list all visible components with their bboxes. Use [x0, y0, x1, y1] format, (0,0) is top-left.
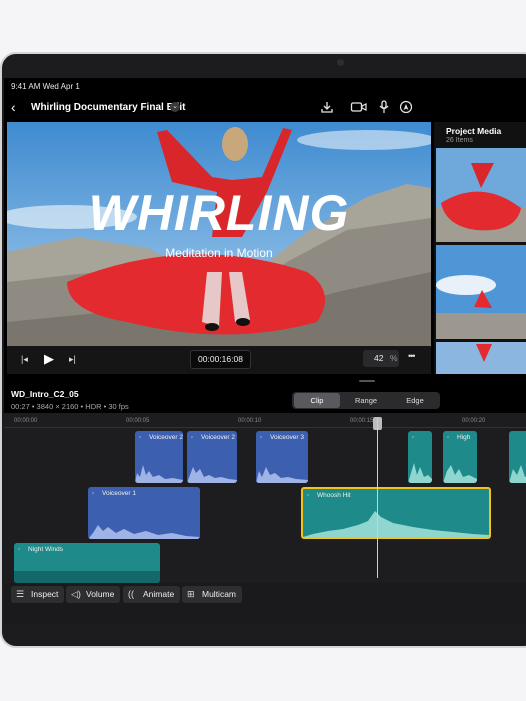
video-viewer[interactable]: WHIRLING Meditation in Motion	[7, 122, 431, 346]
audio-clip[interactable]	[509, 431, 526, 483]
media-thumbnail[interactable]	[436, 342, 526, 374]
segment-edge[interactable]: Edge	[392, 393, 438, 408]
speaker-icon: ◁)	[71, 589, 81, 599]
volume-label: Volume	[86, 589, 115, 599]
animate-button[interactable]: (( Animate	[123, 586, 181, 603]
audio-clip-icon: ◦	[139, 434, 142, 441]
audio-clip-icon: ◦	[191, 434, 194, 441]
volume-button[interactable]: ◁) Volume	[66, 586, 121, 603]
ruler-tick-label: 00:00:10	[238, 418, 262, 424]
microphone-icon[interactable]	[377, 100, 391, 114]
media-item-count: 26 Items	[446, 137, 473, 144]
inspect-button[interactable]: ☰ Inspect	[11, 586, 65, 603]
panel-resize-handle[interactable]	[359, 380, 375, 382]
front-camera	[337, 59, 344, 66]
timeline[interactable]: 00:00:00 00:00:05 00:00:10 00:00:15 00:0…	[4, 413, 526, 583]
segment-range[interactable]: Range	[343, 393, 389, 408]
clip-metadata: 00:27 • 3840 × 2160 • HDR • 30 fps	[11, 402, 129, 411]
skip-back-icon[interactable]: |◂	[21, 354, 28, 365]
skip-forward-icon[interactable]: ▸|	[69, 354, 76, 365]
multicam-icon: ⊞	[187, 589, 195, 599]
audio-clip-icon: ◦	[412, 434, 415, 441]
animate-label: Animate	[143, 589, 175, 599]
ruler-tick-label: 00:00:15	[350, 418, 374, 424]
ruler-tick-label: 00:00:05	[126, 418, 150, 424]
zoom-control[interactable]: 42 %	[363, 350, 399, 367]
timeline-ruler[interactable]: 00:00:00 00:00:05 00:00:10 00:00:15 00:0…	[4, 413, 526, 428]
project-title[interactable]: Whirling Documentary Final Edit	[31, 102, 185, 113]
zoom-value: 42	[374, 353, 384, 363]
ruler-tick-label: 00:00:00	[14, 418, 38, 424]
transport-controls: |◂ ▶ ▸| 00:00:16:08 42 % •••	[7, 346, 431, 374]
status-time-date: 9:41 AM Wed Apr 1	[11, 82, 80, 91]
title-menu-chevron-icon[interactable]: ⌄	[170, 102, 180, 112]
audio-clip-icon: ◦	[18, 546, 21, 553]
audio-clip[interactable]: ◦ Voiceover 2	[135, 431, 183, 483]
inspect-icon: ☰	[16, 589, 25, 599]
audio-clip-label: Night Winds	[28, 546, 64, 553]
audio-clip-label: Voiceover 1	[102, 490, 136, 497]
audio-clip-label: Voiceover 2	[201, 434, 235, 441]
export-icon[interactable]	[320, 100, 334, 114]
audio-clip-icon: ◦	[92, 490, 95, 497]
segment-clip[interactable]: Clip	[294, 393, 340, 408]
multicam-label: Multicam	[202, 589, 237, 599]
play-icon[interactable]: ▶	[44, 351, 54, 367]
ruler-tick-label: 00:00:20	[462, 418, 486, 424]
project-media-panel: Project Media 26 Items	[434, 122, 526, 374]
media-thumbnail[interactable]	[436, 148, 526, 242]
audio-clip[interactable]: ◦ Night Winds	[14, 543, 160, 583]
audio-clip-icon: ◦	[307, 492, 310, 499]
title-overlay: WHIRLING	[88, 185, 350, 241]
media-panel-title: Project Media	[446, 126, 502, 136]
app-screen: 9:41 AM Wed Apr 1 ‹ Whirling Documentary…	[4, 78, 526, 624]
bottom-toolbar: ☰ Inspect ◁) Volume (( Animate ⊞ Multica…	[4, 583, 526, 624]
audio-clip-label: Voiceover 2	[149, 434, 183, 441]
clip-info: WD_Intro_C2_05 00:27 • 3840 × 2160 • HDR…	[11, 389, 129, 411]
audio-clip[interactable]: ◦ Voiceover 1	[88, 487, 200, 539]
audio-clip[interactable]: ◦	[408, 431, 432, 483]
audio-clip-icon: ◦	[260, 434, 263, 441]
more-options-button[interactable]: •••	[408, 351, 416, 361]
media-thumbnail[interactable]	[436, 245, 526, 339]
audio-clip-icon: ◦	[447, 434, 450, 441]
audio-clip[interactable]: ◦ High	[443, 431, 477, 483]
multicam-button[interactable]: ⊞ Multicam	[182, 586, 243, 603]
clip-name: WD_Intro_C2_05	[11, 389, 79, 399]
timecode-display[interactable]: 00:00:16:08	[190, 350, 251, 369]
back-button[interactable]: ‹	[11, 99, 16, 115]
audio-clip-label: Voiceover 3	[270, 434, 304, 441]
edit-mode-segmented-control: Clip Range Edge	[292, 392, 440, 409]
audio-clip-label: Whoosh Hit	[317, 492, 351, 499]
animate-icon: ((	[128, 589, 134, 599]
audio-clip[interactable]: ◦ Voiceover 3	[256, 431, 308, 483]
playhead[interactable]	[377, 418, 378, 578]
project-title-bar: ‹ Whirling Documentary Final Edit ⌄	[4, 96, 526, 120]
inspect-label: Inspect	[31, 589, 59, 599]
audio-clip[interactable]: ◦ Voiceover 2	[187, 431, 237, 483]
audio-clip-label: High	[457, 434, 471, 441]
zoom-unit: %	[390, 353, 398, 363]
subtitle-overlay: Meditation in Motion	[165, 246, 273, 260]
navigate-icon[interactable]	[399, 100, 413, 114]
camera-icon[interactable]	[350, 100, 367, 114]
audio-clip-selected[interactable]: ◦ Whoosh Hit	[301, 487, 491, 539]
